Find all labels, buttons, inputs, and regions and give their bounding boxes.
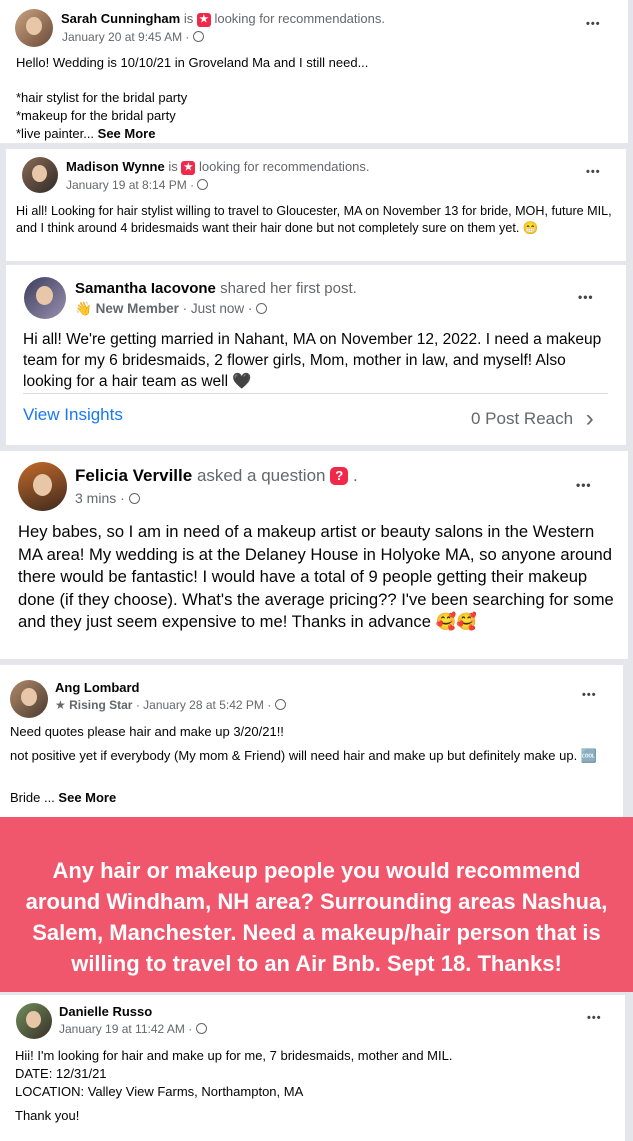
post-card: Samantha Iacovone shared her first post.… [6,265,626,445]
more-options-icon[interactable]: ••• [576,478,592,492]
post-body: Hey babes, so I am in need of a makeup a… [18,522,619,632]
author-name[interactable]: Ang Lombard [55,680,140,695]
timestamp[interactable]: · Just now · [183,301,253,316]
timestamp[interactable]: January 20 at 9:45 AM · [62,30,189,44]
author-name[interactable]: Felicia Verville asked a question ? . [75,466,358,486]
recommendation-icon: ★ [181,161,196,175]
post-reach-text: 0 Post Reach [471,409,574,428]
post-meta: 3 mins · [75,490,140,506]
verb-text: is [168,159,178,174]
author-link[interactable]: Sarah Cunningham [61,11,180,26]
question-icon: ? [330,467,349,485]
recommendation-icon: ★ [196,13,211,27]
post-body-line: Need quotes please hair and make up 3/20… [10,724,284,739]
author-link[interactable]: Samantha Iacovone [75,280,216,297]
post-reach[interactable]: 0 Post Reach › [471,405,594,433]
activity-text: looking for recommendations. [214,11,385,26]
author-name[interactable]: Samantha Iacovone shared her first post. [75,280,357,297]
verb-end: . [352,466,358,485]
verb-text: shared her first post. [220,280,357,297]
author-link[interactable]: Danielle Russo [59,1004,152,1019]
post-card: Madison Wynne is ★ looking for recommend… [6,149,626,261]
more-options-icon[interactable]: ••• [582,689,597,701]
post-body: Hi all! We're getting married in Nahant,… [23,331,606,390]
avatar[interactable] [18,462,67,511]
divider [23,393,608,394]
post-body: Hi all! Looking for hair stylist willing… [16,204,616,235]
announcement-banner: Any hair or makeup people you would reco… [0,817,633,992]
avatar[interactable] [24,277,66,319]
avatar[interactable] [22,157,58,193]
see-more-link[interactable]: See More [98,126,156,141]
verb-text: is [183,11,194,26]
post-card: Ang Lombard ★ Rising Star · January 28 a… [0,665,623,817]
post-meta: 👋 New Member · Just now · [75,301,268,317]
rising-star-badge: Rising Star [69,698,133,712]
post-body-line: Hii! I'm looking for hair and make up fo… [15,1048,453,1063]
post-body: Hello! Wedding is 10/10/21 in Groveland … [16,55,369,141]
avatar[interactable] [16,1003,52,1039]
globe-icon [256,303,268,314]
member-badge: New Member [95,301,179,316]
timestamp[interactable]: 3 mins · [75,490,125,506]
timestamp[interactable]: · January 28 at 5:42 PM · [136,698,271,712]
chevron-right-icon: › [585,405,594,432]
see-more-link[interactable]: See More [58,790,116,805]
globe-icon [192,31,204,42]
author-name[interactable]: Sarah Cunningham is ★ looking for recomm… [61,11,385,27]
post-card: Felicia Verville asked a question ? . 3 … [0,451,628,659]
activity-text: looking for recommendations. [198,159,370,174]
globe-icon [195,1023,207,1034]
post-meta: ★ Rising Star · January 28 at 5:42 PM · [55,698,286,712]
post-meta: January 19 at 8:14 PM · [66,178,209,192]
more-options-icon[interactable]: ••• [578,290,594,304]
avatar[interactable] [10,680,48,718]
avatar[interactable] [15,9,53,47]
verb-text: asked a question [196,466,326,485]
more-options-icon[interactable]: ••• [586,18,601,30]
timestamp[interactable]: January 19 at 8:14 PM · [66,178,194,192]
view-insights-link[interactable]: View Insights [23,405,123,425]
banner-text: Any hair or makeup people you would reco… [25,858,608,976]
post-body-line: LOCATION: Valley View Farms, Northampton… [15,1084,304,1099]
timestamp[interactable]: January 19 at 11:42 AM · [59,1022,192,1036]
post-body-line: Thank you! [15,1108,80,1123]
post-meta: January 20 at 9:45 AM · [62,30,204,44]
author-name[interactable]: Madison Wynne is ★ looking for recommend… [66,159,370,175]
post-meta: January 19 at 11:42 AM · [59,1022,207,1036]
globe-icon [197,179,209,190]
author-link[interactable]: Madison Wynne [66,159,165,174]
more-options-icon[interactable]: ••• [587,1012,602,1024]
author-link[interactable]: Ang Lombard [55,680,140,695]
post-card: Danielle Russo January 19 at 11:42 AM · … [0,995,625,1141]
author-name[interactable]: Danielle Russo [59,1004,152,1019]
star-icon: ★ [55,698,66,712]
post-body-line: DATE: 12/31/21 [15,1066,107,1081]
globe-icon [274,699,286,710]
more-options-icon[interactable]: ••• [586,166,601,178]
post-body-line: not positive yet if everybody (My mom & … [10,748,598,763]
globe-icon [128,493,140,504]
member-icon: 👋 [75,301,92,316]
post-body-line: Bride ... See More [10,790,117,805]
post-card: Sarah Cunningham is ★ looking for recomm… [0,0,628,143]
author-link[interactable]: Felicia Verville [75,466,192,485]
